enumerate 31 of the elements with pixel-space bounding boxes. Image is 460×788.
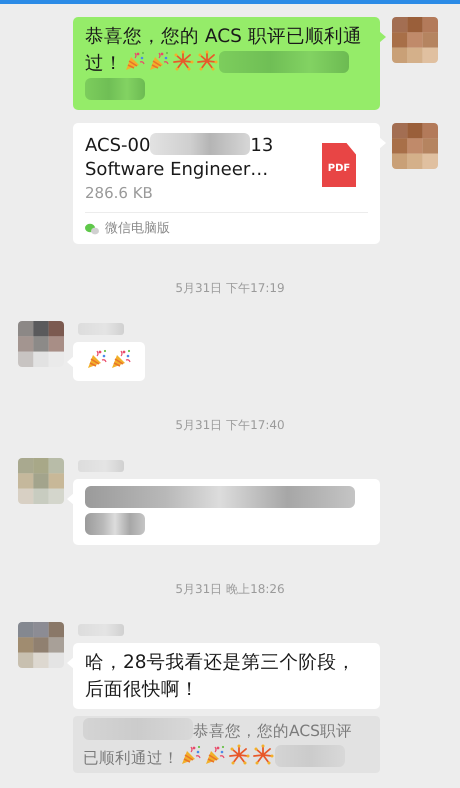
quote-text: 恭喜您，您的ACS职评: [193, 722, 352, 740]
redacted-name: [78, 624, 124, 636]
quote-text: 已顺利通过！: [83, 749, 179, 767]
party-popper-icon: [204, 744, 226, 766]
party-popper-icon: [148, 50, 170, 72]
fireworks-icon: [228, 744, 250, 766]
message-text: 哈，28号我看还是第三个阶段，后面很快啊！: [85, 652, 356, 700]
pdf-file-icon: PDF: [322, 143, 356, 187]
fireworks-icon: [196, 50, 218, 72]
party-popper-icon: [86, 348, 108, 370]
file-name: Software Engineer…: [85, 158, 270, 182]
file-size: 286.6 KB: [85, 183, 154, 204]
redacted-name: [78, 323, 124, 335]
fireworks-icon: [252, 744, 274, 766]
redacted-block: [85, 78, 145, 100]
file-name: 13: [250, 135, 274, 156]
redacted-name: [78, 460, 124, 472]
chat-bubbles-icon: [85, 222, 99, 234]
source-label: 微信电脑版: [105, 220, 170, 238]
message-text: 恭喜您，您的 ACS 职评已顺利通: [85, 26, 362, 47]
party-popper-icon: [180, 744, 202, 766]
redacted-block: [275, 745, 345, 767]
party-popper-icon: [124, 50, 146, 72]
redacted-block: [85, 513, 145, 535]
party-popper-icon: [110, 348, 132, 370]
message-text: 过！: [85, 53, 123, 74]
file-name: ACS-00: [85, 135, 150, 156]
timestamp: 5月31日 晚上18:26: [175, 581, 285, 598]
timestamp: 5月31日 下午17:40: [175, 417, 285, 434]
timestamp: 5月31日 下午17:19: [175, 280, 285, 297]
fireworks-icon: [172, 50, 194, 72]
